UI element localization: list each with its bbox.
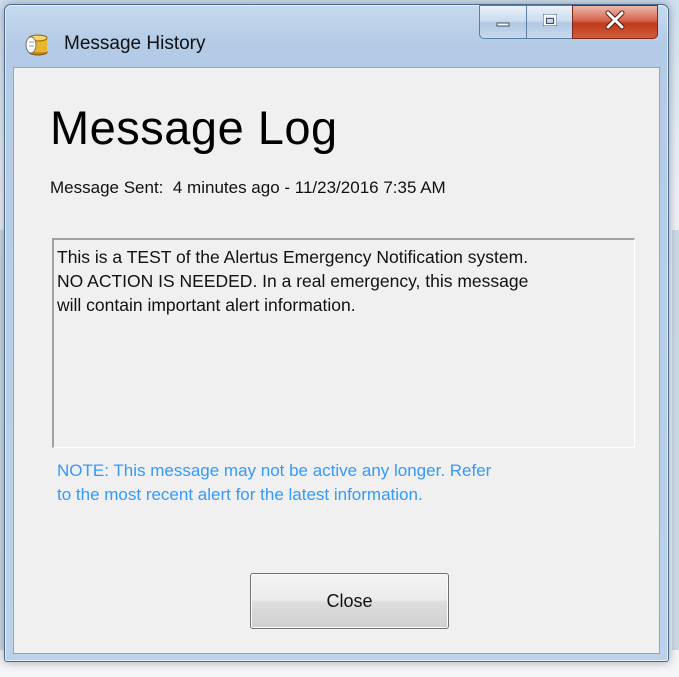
title-bar[interactable]: Message History: [5, 5, 668, 67]
sent-label: Message Sent:: [50, 178, 164, 197]
window-close-button[interactable]: [572, 5, 658, 39]
message-history-window: Message History Message Log Message Sent…: [4, 4, 669, 662]
caption-buttons: [479, 5, 658, 47]
sent-datetime: 11/23/2016 7:35 AM: [294, 178, 446, 197]
page-title: Message Log: [50, 101, 338, 154]
message-line: NO ACTION IS NEEDED. In a real emergency…: [57, 271, 529, 291]
minimize-button[interactable]: [479, 5, 526, 39]
message-line: This is a TEST of the Alertus Emergency …: [57, 247, 529, 267]
message-line: will contain important alert information…: [57, 295, 356, 315]
sent-separator: -: [279, 178, 295, 197]
dialog-content: Message Log Message Sent: 4 minutes ago …: [13, 67, 660, 654]
close-button[interactable]: Close: [250, 573, 449, 629]
note-text: NOTE: This message may not be active any…: [57, 459, 617, 507]
background-window-edge-right: [672, 230, 679, 650]
note-line: NOTE: This message may not be active any…: [57, 461, 492, 480]
window-title: Message History: [64, 33, 206, 54]
message-sent-line: Message Sent: 4 minutes ago - 11/23/2016…: [50, 178, 446, 198]
minimize-icon: [495, 12, 511, 33]
message-text-box[interactable]: This is a TEST of the Alertus Emergency …: [52, 238, 635, 448]
coins-stack-icon: [25, 32, 49, 56]
maximize-button[interactable]: [526, 5, 572, 39]
maximize-icon: [541, 12, 559, 33]
close-x-icon: [604, 10, 626, 35]
note-line: to the most recent alert for the latest …: [57, 485, 423, 504]
sent-relative-time: 4 minutes ago: [172, 178, 280, 197]
